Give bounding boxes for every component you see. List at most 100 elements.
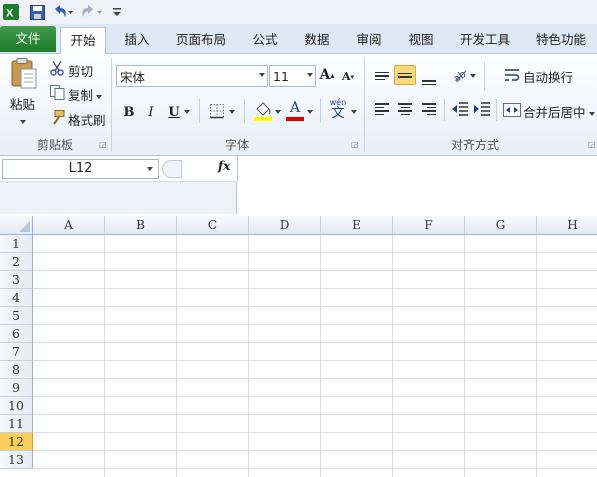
- row-header-9[interactable]: 9: [0, 379, 33, 397]
- font-size-combo[interactable]: 11: [269, 65, 316, 87]
- merge-dropdown-icon[interactable]: [588, 111, 595, 116]
- copy-button[interactable]: 复制: [68, 85, 103, 104]
- decrease-indent-icon[interactable]: [450, 99, 470, 119]
- row-header-11[interactable]: 11: [0, 415, 33, 433]
- redo-icon[interactable]: [80, 3, 104, 21]
- divider: [320, 99, 321, 123]
- divider: [444, 99, 445, 121]
- gridline: [392, 235, 393, 477]
- font-color-dropdown-icon[interactable]: [305, 103, 315, 121]
- fill-color-dropdown-icon[interactable]: [273, 103, 283, 121]
- increase-indent-icon[interactable]: [472, 99, 492, 119]
- tab-insert[interactable]: 插入: [114, 27, 160, 54]
- wrap-text-button[interactable]: 自动换行: [523, 67, 573, 86]
- paste-dropdown-icon[interactable]: [20, 114, 26, 128]
- gridline: [104, 235, 105, 477]
- orientation-dropdown-icon[interactable]: [468, 67, 478, 85]
- shrink-font-icon[interactable]: A ▾: [341, 68, 355, 84]
- tab-developer[interactable]: 开发工具: [452, 27, 518, 54]
- paste-icon[interactable]: [6, 58, 42, 90]
- gridline: [33, 270, 597, 271]
- phonetic-char: 文: [331, 106, 345, 121]
- column-header-f[interactable]: F: [393, 216, 465, 235]
- underline-dropdown-icon[interactable]: [182, 103, 192, 121]
- name-box-value: L12: [68, 161, 93, 176]
- format-painter-button[interactable]: 格式刷: [68, 110, 106, 129]
- font-name-combo[interactable]: 宋体: [116, 65, 268, 87]
- select-all-corner[interactable]: [0, 216, 33, 235]
- column-header-e[interactable]: E: [321, 216, 393, 235]
- tab-view[interactable]: 视图: [398, 27, 444, 54]
- tab-file[interactable]: 文件: [0, 26, 56, 52]
- undo-icon[interactable]: [50, 3, 74, 21]
- row-header-4[interactable]: 4: [0, 289, 33, 307]
- align-right-icon[interactable]: [418, 99, 440, 119]
- column-header-a[interactable]: A: [33, 216, 105, 235]
- clipboard-launcher-icon[interactable]: ◲: [99, 140, 107, 149]
- tab-review[interactable]: 审阅: [346, 27, 392, 54]
- insert-function-icon[interactable]: fx: [218, 159, 230, 173]
- name-box[interactable]: L12: [2, 159, 159, 179]
- column-header-c[interactable]: C: [177, 216, 249, 235]
- clipboard-group-label: 剪贴板: [36, 138, 73, 152]
- gridline: [176, 235, 177, 477]
- borders-icon[interactable]: [208, 102, 226, 120]
- grow-font-icon[interactable]: A ▴: [319, 66, 335, 84]
- tab-page-layout[interactable]: 页面布局: [168, 27, 234, 54]
- alignment-group-label: 对齐方式: [450, 138, 499, 152]
- paste-button[interactable]: 粘贴: [10, 94, 35, 113]
- row-header-1[interactable]: 1: [0, 235, 33, 253]
- row-header-10[interactable]: 10: [0, 397, 33, 415]
- italic-button[interactable]: I: [143, 103, 159, 121]
- row-header-12[interactable]: 12: [0, 433, 33, 451]
- row-header-2[interactable]: 2: [0, 253, 33, 271]
- row-header-7[interactable]: 7: [0, 343, 33, 361]
- font-launcher-icon[interactable]: ◲: [351, 140, 359, 149]
- phonetic-dropdown-icon[interactable]: [349, 103, 359, 121]
- ribbon-tabs: 文件 开始 插入 页面布局 公式 数据 审阅 视图 开发工具 特色功能: [0, 24, 597, 55]
- phonetic-guide-icon[interactable]: wén 文: [327, 98, 349, 122]
- gridline: [464, 235, 465, 477]
- svg-text:X: X: [6, 8, 14, 20]
- scissors-icon: [49, 60, 65, 76]
- name-box-dropdown-icon[interactable]: [147, 167, 153, 171]
- bold-button[interactable]: B: [121, 103, 137, 121]
- align-middle-icon[interactable]: [394, 65, 416, 85]
- align-bottom-icon[interactable]: [418, 68, 440, 88]
- column-header-b[interactable]: B: [105, 216, 177, 235]
- formula-input[interactable]: [238, 156, 597, 214]
- copy-dropdown-icon[interactable]: [96, 94, 103, 99]
- gridline: [33, 306, 597, 307]
- row-header-6[interactable]: 6: [0, 325, 33, 343]
- tab-formulas[interactable]: 公式: [243, 27, 287, 54]
- font-color-letter: A: [289, 100, 301, 116]
- worksheet-grid[interactable]: ABCDEFGH 1 2 3 4 5 6 7 8 9 10 11 12 13: [0, 216, 597, 477]
- fill-color-icon[interactable]: [253, 100, 273, 122]
- tab-special-features[interactable]: 特色功能: [527, 27, 595, 54]
- align-left-icon[interactable]: [371, 99, 393, 119]
- alignment-launcher-icon[interactable]: ◲: [588, 140, 596, 149]
- row-header-8[interactable]: 8: [0, 361, 33, 379]
- quick-access-toolbar: X: [0, 0, 597, 24]
- tab-home[interactable]: 开始: [60, 27, 106, 55]
- row-header-3[interactable]: 3: [0, 271, 33, 289]
- merge-center-button[interactable]: 合并后居中: [523, 102, 595, 121]
- tab-data[interactable]: 数据: [295, 27, 339, 54]
- font-color-icon[interactable]: A: [286, 100, 304, 122]
- customize-icon[interactable]: [112, 3, 122, 21]
- excel-logo-icon[interactable]: X: [2, 3, 20, 21]
- column-header-g[interactable]: G: [465, 216, 537, 235]
- cut-button[interactable]: 剪切: [68, 61, 93, 80]
- formula-bar-handle[interactable]: [162, 160, 182, 178]
- borders-dropdown-icon[interactable]: [227, 103, 237, 121]
- row-header-5[interactable]: 5: [0, 307, 33, 325]
- column-header-h[interactable]: H: [537, 216, 597, 235]
- gridline: [33, 432, 597, 433]
- save-icon[interactable]: [28, 3, 46, 21]
- orientation-icon[interactable]: ab: [450, 64, 470, 84]
- align-center-icon[interactable]: [394, 99, 416, 119]
- row-header-13[interactable]: 13: [0, 451, 33, 469]
- column-header-d[interactable]: D: [249, 216, 321, 235]
- underline-button[interactable]: U: [166, 103, 182, 121]
- align-top-icon[interactable]: [371, 66, 393, 86]
